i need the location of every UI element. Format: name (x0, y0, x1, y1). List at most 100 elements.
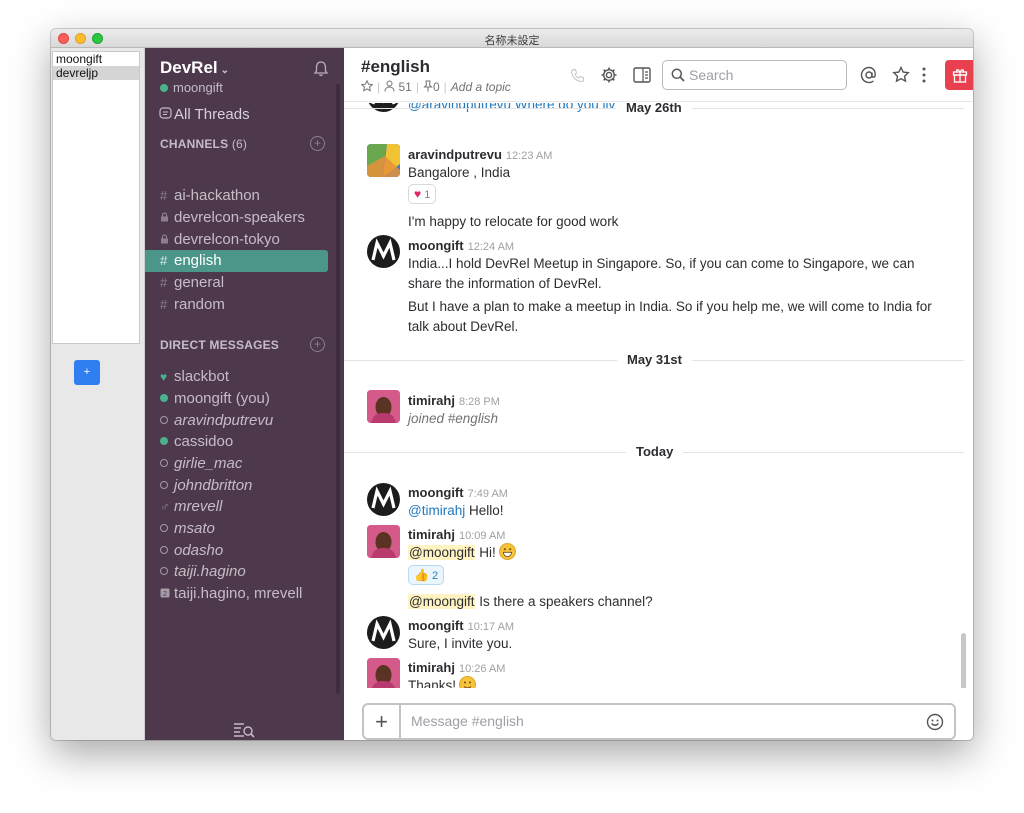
attach-button[interactable]: + (364, 705, 401, 738)
current-user-name: moongift (173, 80, 223, 95)
message-time[interactable]: 12:23 AM (506, 150, 552, 162)
presence-away-icon (160, 546, 168, 554)
user-mention[interactable]: @timirahj (408, 503, 465, 518)
team-item-moongift[interactable]: moongift (53, 52, 139, 66)
search-input[interactable] (689, 67, 839, 83)
message-author[interactable]: moongift (408, 618, 464, 633)
bell-icon[interactable] (313, 60, 329, 78)
dm-name: aravindputrevu (174, 412, 274, 429)
message-header: moongift 7:49 AM (408, 485, 508, 500)
team-item-devreljp[interactable]: devreljp (53, 66, 139, 80)
filter-icon[interactable] (233, 722, 255, 738)
team-list: moongift devreljp (52, 51, 140, 344)
heart-icon: ♥ (160, 370, 168, 384)
avatar[interactable] (367, 658, 400, 688)
star-icon[interactable] (892, 66, 910, 84)
member-count[interactable]: 51 (398, 80, 411, 94)
dm-name: taiji.hagino (174, 563, 246, 580)
message-input[interactable] (411, 713, 891, 729)
search-icon (671, 68, 685, 82)
dm-name: taiji.hagino, mrevell (174, 585, 303, 602)
more-icon[interactable] (920, 66, 928, 84)
sidebar-item-johndbritton[interactable]: johndbritton (145, 475, 328, 497)
smiley-icon[interactable] (926, 713, 944, 731)
message-text: I'm happy to relocate for good work (408, 214, 619, 229)
avatar[interactable] (367, 144, 400, 177)
at-icon[interactable] (860, 66, 878, 84)
pin-icon[interactable] (423, 80, 433, 92)
message-author[interactable]: moongift (408, 238, 464, 253)
message-time[interactable]: 10:09 AM (459, 530, 505, 542)
hash-icon: # (160, 188, 168, 203)
sidebar-item-msato[interactable]: msato (145, 518, 328, 540)
reaction-thumbsup[interactable]: 👍 2 (408, 565, 445, 585)
all-threads-link[interactable]: All Threads (159, 106, 250, 123)
chevron-down-icon: ⌄ (220, 65, 230, 76)
dm-name: msato (174, 520, 215, 537)
sidebar-item-english[interactable]: # english (145, 250, 328, 272)
sidebar-item-girlie-mac[interactable]: girlie_mac (145, 453, 328, 475)
sidebar-item-aravindputrevu[interactable]: aravindputrevu (145, 410, 328, 432)
channel-name: devrelcon-tokyo (174, 231, 280, 248)
avatar[interactable] (367, 235, 400, 268)
message-author[interactable]: timirahj (408, 660, 455, 675)
sidebar-item-moongift[interactable]: moongift (you) (145, 388, 328, 410)
add-topic-link[interactable]: Add a topic (451, 80, 511, 94)
male-icon: ♂ (160, 499, 170, 514)
message-header: moongift 10:17 AM (408, 618, 514, 633)
messages-scrollbar[interactable] (961, 633, 966, 688)
workspace-name: DevRel (160, 58, 218, 77)
sidebar-scrollbar[interactable] (336, 84, 340, 694)
sidebar-item-odasho[interactable]: odasho (145, 540, 328, 562)
sidebar-item-general[interactable]: # general (145, 272, 328, 294)
person-icon[interactable] (384, 80, 395, 92)
add-dm-button[interactable]: + (310, 337, 325, 352)
message-body: Hi! (475, 545, 496, 560)
add-channel-button[interactable]: + (310, 136, 325, 151)
message-author[interactable]: timirahj (408, 393, 455, 408)
message-time[interactable]: 10:17 AM (468, 621, 514, 633)
message-time[interactable]: 7:49 AM (468, 488, 508, 500)
day-divider: May 31st (344, 351, 964, 371)
avatar[interactable] (367, 390, 400, 423)
sidebar-item-mrevell[interactable]: ♂ mrevell (145, 496, 328, 518)
avatar[interactable] (367, 483, 400, 516)
user-mention[interactable]: @moongift (408, 545, 476, 560)
channel-name: general (174, 274, 225, 291)
star-icon[interactable] (360, 79, 374, 92)
gear-icon[interactable] (600, 66, 618, 84)
message-author[interactable]: moongift (408, 485, 464, 500)
avatar[interactable] (367, 525, 400, 558)
hash-icon: # (160, 275, 168, 290)
hash-icon: # (160, 297, 168, 312)
message-author[interactable]: timirahj (408, 527, 455, 542)
workspace-menu[interactable]: DevRel ⌄ (160, 58, 229, 78)
sidebar-item-devrelcon-tokyo[interactable]: devrelcon-tokyo (145, 229, 328, 251)
user-mention[interactable]: @moongift (408, 594, 476, 609)
message-time[interactable]: 8:28 PM (459, 396, 500, 408)
search-box[interactable] (662, 60, 847, 90)
sidebar-item-devrelcon-speakers[interactable]: devrelcon-speakers (145, 207, 328, 229)
channels-count: (6) (231, 137, 248, 151)
message-text: Thanks! (408, 676, 938, 688)
channels-header[interactable]: CHANNELS (6) (160, 137, 247, 151)
group-dm-icon: 2 (160, 583, 174, 605)
avatar[interactable] (367, 616, 400, 649)
sidebar-item-taiji-hagino[interactable]: taiji.hagino (145, 561, 328, 583)
sidebar-item-group-dm[interactable]: 2 taiji.hagino, mrevell (145, 583, 328, 605)
sidebar-item-ai-hackathon[interactable]: # ai-hackathon (145, 185, 328, 207)
message-author[interactable]: aravindputrevu (408, 147, 502, 162)
pin-count[interactable]: 0 (433, 80, 440, 94)
gift-button[interactable] (945, 60, 973, 90)
sidebar-item-cassidoo[interactable]: cassidoo (145, 431, 328, 453)
phone-icon[interactable] (570, 68, 586, 84)
message-time[interactable]: 10:26 AM (459, 663, 505, 675)
add-team-button[interactable]: + (74, 360, 100, 385)
sidebar-item-slackbot[interactable]: ♥ slackbot (145, 366, 328, 388)
reaction-heart[interactable]: ♥ 1 (408, 184, 437, 204)
message-time[interactable]: 12:24 AM (468, 241, 514, 253)
sidebar-item-random[interactable]: # random (145, 294, 328, 316)
dm-name: girlie_mac (174, 455, 243, 472)
sidebar-toggle-icon[interactable] (633, 66, 651, 84)
dm-header[interactable]: DIRECT MESSAGES (160, 338, 279, 352)
